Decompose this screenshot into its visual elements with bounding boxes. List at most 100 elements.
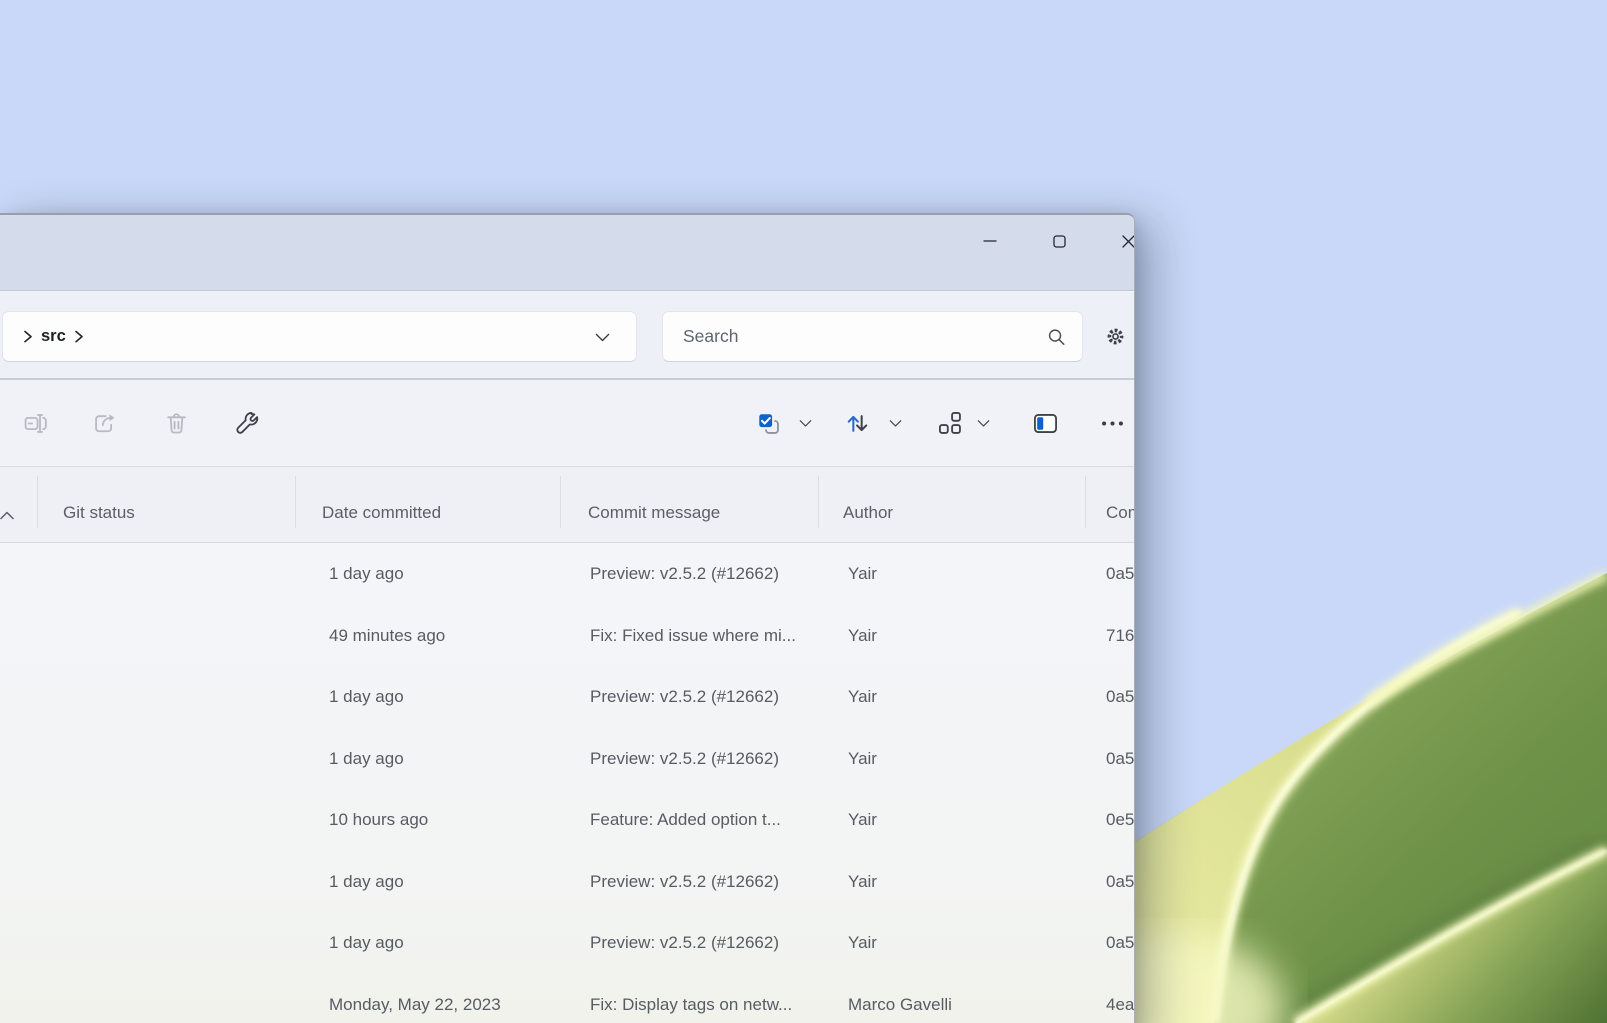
cell-hash: 0e5	[1106, 789, 1135, 851]
cell-hash: 0a5	[1106, 912, 1135, 974]
minimize-button[interactable]	[966, 221, 1014, 261]
settings-button[interactable]	[1094, 314, 1135, 358]
trash-icon	[163, 410, 190, 437]
cell-message: Preview: v2.5.2 (#12662)	[590, 912, 835, 974]
rename-icon	[22, 410, 49, 437]
cell-author: Yair	[848, 666, 1073, 728]
column-separator[interactable]	[295, 476, 296, 528]
multiselect-checkbox-icon	[755, 410, 782, 437]
minimize-icon	[983, 235, 997, 247]
commit-row[interactable]: 1 day ago Preview: v2.5.2 (#12662) Yair …	[0, 543, 1134, 605]
chevron-down-icon	[888, 417, 903, 429]
chevron-right-icon[interactable]	[23, 330, 33, 343]
address-row: src	[0, 292, 1134, 379]
tools-button[interactable]	[224, 401, 268, 445]
share-icon	[91, 410, 118, 437]
wrench-icon	[233, 410, 260, 437]
cell-date: 1 day ago	[329, 851, 579, 913]
cell-author: Yair	[848, 605, 1073, 667]
chevron-down-icon	[976, 417, 991, 429]
cell-author: Yair	[848, 543, 1073, 605]
column-header-commit-message[interactable]: Commit message	[588, 503, 720, 523]
toolbar	[0, 380, 1134, 466]
cell-message: Preview: v2.5.2 (#12662)	[590, 543, 835, 605]
cell-date: 1 day ago	[329, 728, 579, 790]
multiselect-dropdown-button[interactable]	[792, 401, 818, 445]
column-separator[interactable]	[560, 476, 561, 528]
cell-date: 1 day ago	[329, 543, 579, 605]
cell-message: Feature: Added option t...	[590, 789, 835, 851]
cell-git-status	[63, 666, 283, 728]
commit-row[interactable]: 1 day ago Preview: v2.5.2 (#12662) Yair …	[0, 851, 1134, 913]
cell-author: Marco Gavelli	[848, 974, 1073, 1023]
commit-row[interactable]: 1 day ago Preview: v2.5.2 (#12662) Yair …	[0, 912, 1134, 974]
commit-row[interactable]: 10 hours ago Feature: Added option t... …	[0, 789, 1134, 851]
share-button[interactable]	[82, 401, 126, 445]
address-bar[interactable]: src	[2, 311, 637, 362]
commit-row[interactable]: 49 minutes ago Fix: Fixed issue where mi…	[0, 605, 1134, 667]
files-app-window: src	[0, 213, 1135, 1023]
search-input[interactable]	[663, 312, 1082, 361]
cell-author: Yair	[848, 912, 1073, 974]
cell-date: Monday, May 22, 2023	[329, 974, 579, 1023]
titlebar[interactable]	[0, 215, 1134, 291]
chevron-down-icon	[798, 417, 813, 429]
column-separator[interactable]	[818, 476, 819, 528]
chevron-down-icon	[594, 330, 611, 344]
column-header-commit-hash[interactable]: Com	[1106, 503, 1135, 523]
cell-git-status	[63, 974, 283, 1023]
cell-message: Preview: v2.5.2 (#12662)	[590, 728, 835, 790]
ellipsis-icon	[1099, 410, 1126, 437]
breadcrumb-item-src[interactable]: src	[39, 327, 68, 346]
cell-git-status	[63, 851, 283, 913]
cell-author: Yair	[848, 728, 1073, 790]
commit-row[interactable]: 1 day ago Preview: v2.5.2 (#12662) Yair …	[0, 728, 1134, 790]
gear-icon	[1102, 323, 1129, 350]
cell-message: Fix: Display tags on netw...	[590, 974, 835, 1023]
layout-dropdown-button[interactable]	[970, 401, 996, 445]
chevron-right-icon[interactable]	[74, 330, 84, 343]
multiselect-button[interactable]	[746, 401, 790, 445]
more-options-button[interactable]	[1090, 401, 1134, 445]
close-button[interactable]	[1104, 221, 1135, 261]
layout-icon	[937, 410, 964, 437]
cell-date: 1 day ago	[329, 666, 579, 728]
search-icon	[1045, 325, 1068, 354]
close-icon	[1122, 235, 1135, 248]
rename-button[interactable]	[13, 401, 57, 445]
search-box	[662, 311, 1083, 362]
table-header: Git status Date committed Commit message…	[0, 467, 1134, 542]
cell-author: Yair	[848, 789, 1073, 851]
layout-button[interactable]	[928, 401, 972, 445]
cell-author: Yair	[848, 851, 1073, 913]
sort-dropdown-button[interactable]	[882, 401, 908, 445]
cell-git-status	[63, 912, 283, 974]
cell-date: 49 minutes ago	[329, 605, 579, 667]
sort-button[interactable]	[835, 401, 879, 445]
cell-hash: 0a5	[1106, 728, 1135, 790]
column-separator[interactable]	[37, 476, 38, 528]
cell-hash: 0a5	[1106, 851, 1135, 913]
preview-pane-button[interactable]	[1023, 401, 1067, 445]
address-dropdown-button[interactable]	[584, 312, 620, 361]
cell-date: 10 hours ago	[329, 789, 579, 851]
delete-button[interactable]	[154, 401, 198, 445]
commit-row[interactable]: Monday, May 22, 2023 Fix: Display tags o…	[0, 974, 1134, 1023]
maximize-button[interactable]	[1035, 221, 1083, 261]
preview-pane-icon	[1032, 410, 1059, 437]
cell-git-status	[63, 543, 283, 605]
cell-hash: 716	[1106, 605, 1135, 667]
column-header-date-committed[interactable]: Date committed	[322, 503, 441, 523]
cell-date: 1 day ago	[329, 912, 579, 974]
sort-icon	[844, 410, 871, 437]
cell-message: Preview: v2.5.2 (#12662)	[590, 851, 835, 913]
cell-git-status	[63, 605, 283, 667]
column-separator[interactable]	[1085, 476, 1086, 528]
column-header-author[interactable]: Author	[843, 503, 893, 523]
cell-hash: 0a5	[1106, 666, 1135, 728]
commit-row[interactable]: 1 day ago Preview: v2.5.2 (#12662) Yair …	[0, 666, 1134, 728]
cell-hash: 0a5	[1106, 543, 1135, 605]
cell-git-status	[63, 789, 283, 851]
column-header-git-status[interactable]: Git status	[63, 503, 135, 523]
cell-git-status	[63, 728, 283, 790]
